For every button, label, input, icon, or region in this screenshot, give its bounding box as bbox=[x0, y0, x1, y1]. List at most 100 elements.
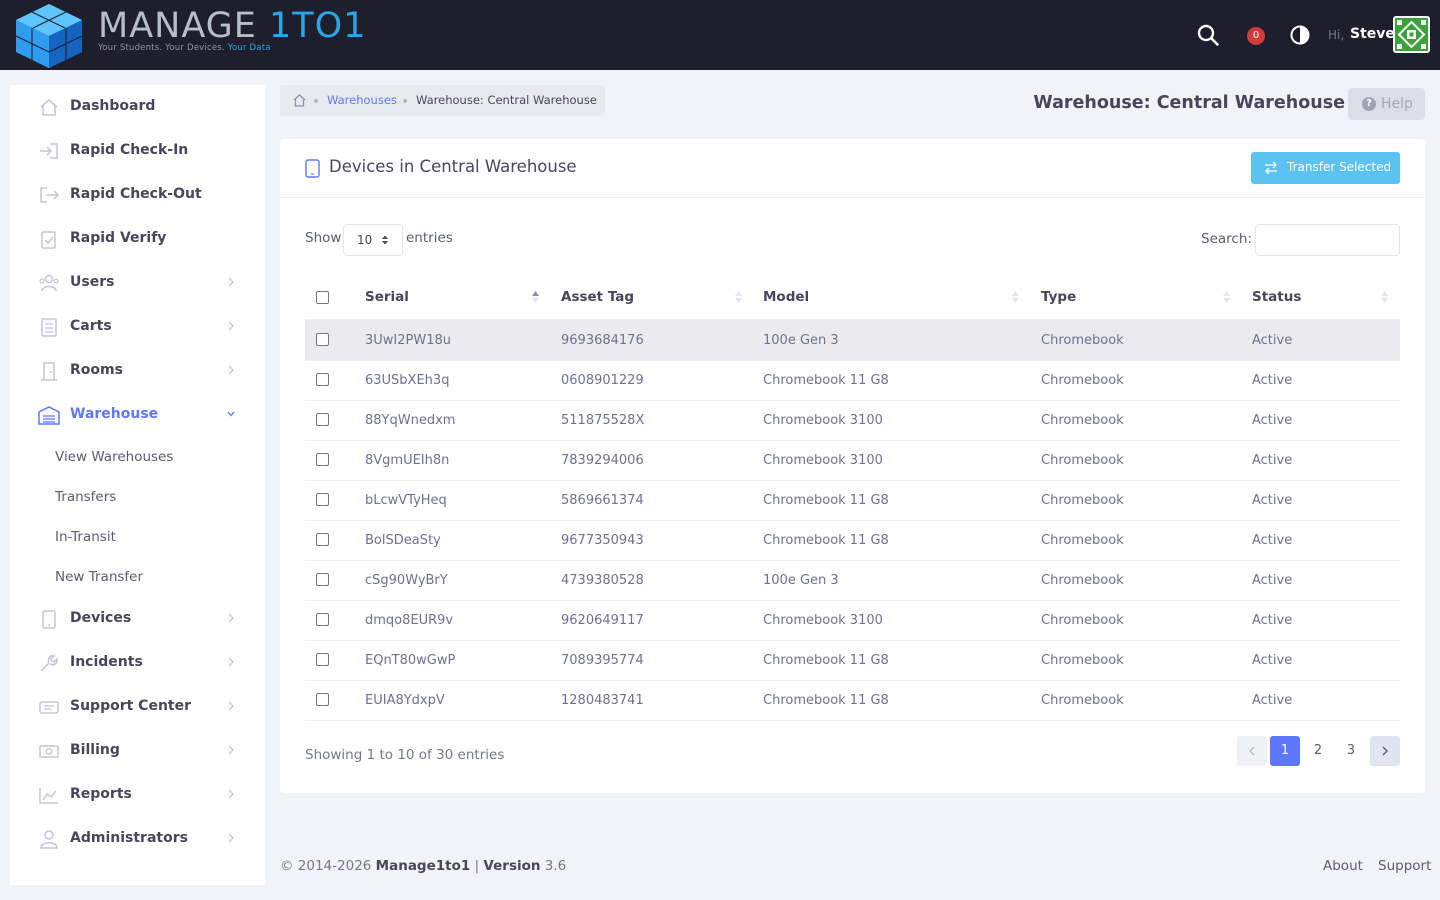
home-icon[interactable] bbox=[292, 93, 307, 108]
notification-badge[interactable]: 0 bbox=[1247, 27, 1265, 45]
cell-asset-tag: 511875528X bbox=[561, 413, 645, 428]
logo[interactable]: MANAGE 1TO1 Your Students. Your Devices.… bbox=[10, 0, 365, 68]
sign-out-icon bbox=[40, 187, 60, 203]
footer-brand[interactable]: Manage1to1 bbox=[376, 858, 471, 874]
row-checkbox[interactable] bbox=[316, 373, 329, 386]
table-row[interactable]: BolSDeaSty 9677350943 Chromebook 11 G8 C… bbox=[305, 521, 1400, 561]
sidebar-subitem-transfers[interactable]: Transfers bbox=[10, 479, 265, 515]
cell-type: Chromebook bbox=[1041, 653, 1124, 668]
sidebar-item-users[interactable]: Users bbox=[10, 261, 265, 305]
sidebar-item-warehouse[interactable]: Warehouse bbox=[10, 393, 265, 437]
column-header-model[interactable]: Model bbox=[763, 289, 809, 305]
help-label: Help bbox=[1381, 96, 1413, 112]
cell-model: Chromebook 11 G8 bbox=[763, 533, 889, 548]
sort-icon[interactable] bbox=[1380, 290, 1389, 304]
sidebar-item-rooms[interactable]: Rooms bbox=[10, 349, 265, 393]
table-row[interactable]: EUIA8YdxpV 1280483741 Chromebook 11 G8 C… bbox=[305, 681, 1400, 721]
column-header-asset-tag[interactable]: Asset Tag bbox=[561, 289, 634, 305]
sort-asc-icon[interactable] bbox=[531, 290, 540, 304]
footer-link-support[interactable]: Support bbox=[1378, 858, 1431, 874]
sidebar-subitem-view-warehouses[interactable]: View Warehouses bbox=[10, 439, 265, 475]
breadcrumb-link-warehouses[interactable]: Warehouses bbox=[327, 93, 397, 107]
sidebar-subitem-new-transfer[interactable]: New Transfer bbox=[10, 559, 265, 595]
column-header-serial[interactable]: Serial bbox=[365, 289, 409, 305]
user-name[interactable]: Steve bbox=[1350, 26, 1395, 42]
search-icon[interactable] bbox=[1196, 23, 1220, 47]
cell-asset-tag: 1280483741 bbox=[561, 693, 644, 708]
table-row[interactable]: 88YqWnedxm 511875528X Chromebook 3100 Ch… bbox=[305, 401, 1400, 441]
cell-model: Chromebook 11 G8 bbox=[763, 653, 889, 668]
row-checkbox[interactable] bbox=[316, 493, 329, 506]
search-input[interactable] bbox=[1255, 224, 1400, 256]
transfer-selected-button[interactable]: Transfer Selected bbox=[1251, 152, 1400, 184]
sort-icon[interactable] bbox=[1222, 290, 1231, 304]
cell-type: Chromebook bbox=[1041, 533, 1124, 548]
chevron-right-icon bbox=[228, 365, 234, 375]
cell-type: Chromebook bbox=[1041, 693, 1124, 708]
question-icon: ? bbox=[1362, 97, 1376, 111]
column-header-status[interactable]: Status bbox=[1252, 289, 1301, 305]
footer-link-about[interactable]: About bbox=[1323, 858, 1363, 874]
sidebar-item-incidents[interactable]: Incidents bbox=[10, 641, 265, 685]
breadcrumb-separator bbox=[403, 99, 407, 103]
sort-icon[interactable] bbox=[1011, 290, 1020, 304]
cell-asset-tag: 7089395774 bbox=[561, 653, 644, 668]
cell-serial: dmqo8EUR9v bbox=[365, 613, 454, 628]
pagination-page-2[interactable]: 2 bbox=[1303, 736, 1333, 766]
column-header-type[interactable]: Type bbox=[1041, 289, 1076, 305]
table-row[interactable]: 3UwI2PW18u 9693684176 100e Gen 3 Chromeb… bbox=[305, 321, 1400, 361]
door-icon bbox=[41, 362, 57, 381]
card-header: Devices in Central Warehouse Transfer Se… bbox=[280, 139, 1425, 198]
contrast-toggle-icon[interactable] bbox=[1290, 25, 1310, 45]
sidebar-item-rapid-check-out[interactable]: Rapid Check-Out bbox=[10, 173, 265, 217]
row-checkbox[interactable] bbox=[316, 413, 329, 426]
select-caret-icon bbox=[382, 235, 388, 245]
pagination-page-1[interactable]: 1 bbox=[1270, 736, 1300, 766]
cell-asset-tag: 9693684176 bbox=[561, 333, 644, 348]
cell-serial: cSg90WyBrY bbox=[365, 573, 448, 588]
table-row[interactable]: dmqo8EUR9v 9620649117 Chromebook 3100 Ch… bbox=[305, 601, 1400, 641]
sidebar-item-label: Carts bbox=[70, 318, 112, 334]
cell-model: Chromebook 3100 bbox=[763, 413, 883, 428]
sort-icon[interactable] bbox=[734, 290, 743, 304]
breadcrumb: Warehouses Warehouse: Central Warehouse bbox=[280, 85, 605, 116]
sidebar-item-billing[interactable]: Billing bbox=[10, 729, 265, 773]
help-button[interactable]: ? Help bbox=[1348, 88, 1425, 120]
row-checkbox[interactable] bbox=[316, 333, 329, 346]
cell-status: Active bbox=[1252, 373, 1293, 388]
sidebar-item-rapid-check-in[interactable]: Rapid Check-In bbox=[10, 129, 265, 173]
logo-tagline: Your Students. Your Devices. Your Data bbox=[98, 43, 271, 53]
sidebar-item-administrators[interactable]: Administrators bbox=[10, 817, 265, 861]
sidebar-item-label: Billing bbox=[70, 742, 120, 758]
table-row[interactable]: bLcwVTyHeq 5869661374 Chromebook 11 G8 C… bbox=[305, 481, 1400, 521]
table-row[interactable]: cSg90WyBrY 4739380528 100e Gen 3 Chromeb… bbox=[305, 561, 1400, 601]
sidebar-item-reports[interactable]: Reports bbox=[10, 773, 265, 817]
select-all-checkbox[interactable] bbox=[316, 291, 329, 304]
row-checkbox[interactable] bbox=[316, 653, 329, 666]
row-checkbox[interactable] bbox=[316, 453, 329, 466]
table-row[interactable]: 8VgmUEIh8n 7839294006 Chromebook 3100 Ch… bbox=[305, 441, 1400, 481]
cell-serial: 63USbXEh3q bbox=[365, 373, 450, 388]
cell-asset-tag: 5869661374 bbox=[561, 493, 644, 508]
table-row[interactable]: EQnT80wGwP 7089395774 Chromebook 11 G8 C… bbox=[305, 641, 1400, 681]
sidebar-item-dashboard[interactable]: Dashboard bbox=[10, 85, 265, 129]
table-row[interactable]: 63USbXEh3q 0608901229 Chromebook 11 G8 C… bbox=[305, 361, 1400, 401]
sidebar-item-support-center[interactable]: Support Center bbox=[10, 685, 265, 729]
avatar[interactable] bbox=[1393, 16, 1430, 53]
row-checkbox[interactable] bbox=[316, 533, 329, 546]
row-checkbox[interactable] bbox=[316, 573, 329, 586]
pagination-next-button[interactable] bbox=[1370, 736, 1400, 766]
row-checkbox[interactable] bbox=[316, 613, 329, 626]
chevron-down-icon bbox=[227, 411, 235, 417]
chevron-right-icon bbox=[228, 613, 234, 623]
row-checkbox[interactable] bbox=[316, 693, 329, 706]
pagination-prev-button[interactable] bbox=[1237, 736, 1267, 766]
sidebar-item-devices[interactable]: Devices bbox=[10, 597, 265, 641]
footer-copyright: © 2014-2026 Manage1to1 | Version 3.6 bbox=[280, 858, 567, 874]
cell-model: Chromebook 3100 bbox=[763, 453, 883, 468]
sidebar-item-rapid-verify[interactable]: Rapid Verify bbox=[10, 217, 265, 261]
pagination-page-3[interactable]: 3 bbox=[1336, 736, 1366, 766]
sidebar-subitem-in-transit[interactable]: In-Transit bbox=[10, 519, 265, 555]
sidebar-item-carts[interactable]: Carts bbox=[10, 305, 265, 349]
entries-per-page-select[interactable]: 10 bbox=[343, 224, 403, 256]
